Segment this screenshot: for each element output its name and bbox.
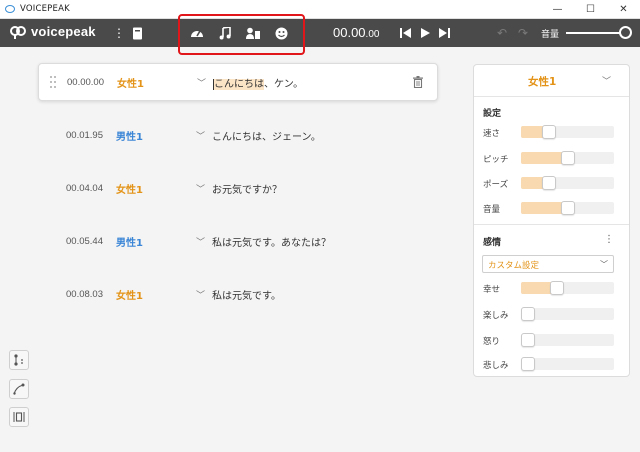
chevron-down-icon[interactable]: ﹀ <box>197 76 206 89</box>
window-title: VOICEPEAK <box>20 4 70 14</box>
slider-knob[interactable] <box>542 176 556 190</box>
row-time: 00.00.00 <box>67 76 104 88</box>
slider-knob[interactable] <box>561 201 575 215</box>
playback-time: 00.00.00 <box>333 25 379 40</box>
volume-label: 音量 <box>541 30 560 40</box>
row-text-input[interactable]: こんにちは、ジェーン。 <box>212 128 321 143</box>
time-main: 00.00 <box>333 25 366 40</box>
skip-forward-icon[interactable] <box>435 24 453 42</box>
speed-slider[interactable] <box>521 125 614 139</box>
chevron-down-icon[interactable]: ﹀ <box>196 182 205 195</box>
menu-icon[interactable]: ⋮ <box>110 24 128 42</box>
angry-slider[interactable] <box>521 333 614 347</box>
emotion-label: 悲しみ <box>483 361 509 371</box>
slider-knob[interactable] <box>521 357 535 371</box>
pitch-slider[interactable] <box>521 151 614 165</box>
row-time: 00.01.95 <box>66 129 103 141</box>
row-text-input[interactable]: こんにちは、ケン。 <box>213 75 303 90</box>
window-controls: — ☐ ✕ <box>541 0 640 19</box>
emotion-label: 楽しみ <box>483 311 509 321</box>
setting-label: 音量 <box>483 205 501 215</box>
drag-handle-icon[interactable] <box>50 76 56 88</box>
emotion-label: 怒り <box>483 337 501 347</box>
maximize-button[interactable]: ☐ <box>574 0 607 19</box>
row-time: 00.08.03 <box>66 288 103 300</box>
chevron-down-icon[interactable]: ﹀ <box>602 74 611 87</box>
settings-title: 設定 <box>483 109 502 119</box>
time-fraction: .00 <box>365 29 380 40</box>
emotion-title: 感情 <box>483 238 502 248</box>
skip-back-icon[interactable] <box>396 24 414 42</box>
row-speaker[interactable]: 男性1 <box>116 234 143 249</box>
minimize-button[interactable]: — <box>541 0 574 19</box>
row-speaker[interactable]: 女性1 <box>116 287 143 302</box>
book-icon[interactable] <box>129 24 147 42</box>
text-rest: 、ケン。 <box>264 78 304 90</box>
main-toolbar: voicepeak ⋮ 00.00.00 ↶ ↷ 音量 <box>0 19 640 47</box>
slider-knob[interactable] <box>550 281 564 295</box>
volume-setting-slider[interactable] <box>521 201 614 215</box>
script-row[interactable]: 00.08.03 女性1 ﹀ 私は元気です。 <box>38 275 438 313</box>
logo-icon <box>10 25 26 39</box>
sad-slider[interactable] <box>521 357 614 371</box>
trash-icon[interactable] <box>413 76 423 88</box>
panel-speaker-name: 女性1 <box>528 76 557 88</box>
undo-icon[interactable]: ↶ <box>493 24 511 42</box>
row-text-input[interactable]: お元気ですか？ <box>212 181 282 196</box>
panel-speaker-select[interactable]: 女性1 ﹀ <box>474 65 629 97</box>
slider-knob[interactable] <box>521 333 535 347</box>
panel-divider <box>474 224 629 225</box>
script-row[interactable]: 00.00.00 女性1 ﹀ こんにちは、ケン。 <box>38 63 438 101</box>
close-button[interactable]: ✕ <box>607 0 640 19</box>
row-time: 00.04.04 <box>66 182 103 194</box>
script-row[interactable]: 00.05.44 男性1 ﹀ 私は元気です。あなたは？ <box>38 222 438 260</box>
volume-slider[interactable] <box>566 32 626 34</box>
chevron-down-icon[interactable]: ﹀ <box>196 288 205 301</box>
row-speaker[interactable]: 男性1 <box>116 128 143 143</box>
brand-name: voicepeak <box>31 24 96 39</box>
fit-width-icon[interactable] <box>9 407 29 427</box>
volume-slider-knob[interactable] <box>619 26 632 39</box>
slider-knob[interactable] <box>521 307 535 321</box>
row-time: 00.05.44 <box>66 235 103 247</box>
fun-slider[interactable] <box>521 307 614 321</box>
pause-slider[interactable] <box>521 176 614 190</box>
chevron-down-icon[interactable]: ﹀ <box>196 235 205 248</box>
slider-knob[interactable] <box>542 125 556 139</box>
play-icon[interactable] <box>416 24 434 42</box>
script-list: 00.00.00 女性1 ﹀ こんにちは、ケン。 00.01.95 男性1 ﹀ … <box>0 47 463 452</box>
node-tool-icon[interactable] <box>9 350 29 370</box>
emotion-preset-select[interactable]: カスタム設定 ﹀ <box>482 255 614 273</box>
setting-label: ピッチ <box>483 155 509 165</box>
script-row[interactable]: 00.04.04 女性1 ﹀ お元気ですか？ <box>38 169 438 207</box>
text-highlight: こんにちは <box>213 78 264 90</box>
more-options-icon[interactable]: ⋮ <box>604 234 614 245</box>
emotion-preset-value: カスタム設定 <box>488 261 540 271</box>
happy-slider[interactable] <box>521 281 614 295</box>
voice-settings-panel: 女性1 ﹀ 設定 速さ ピッチ ポーズ 音量 感情 ⋮ カスタム設定 ﹀ 幸せ … <box>473 64 630 377</box>
row-speaker[interactable]: 女性1 <box>117 75 144 90</box>
redo-icon[interactable]: ↷ <box>514 24 532 42</box>
app-logo: voicepeak <box>10 24 96 39</box>
row-text-input[interactable]: 私は元気です。 <box>212 287 281 302</box>
slider-knob[interactable] <box>561 151 575 165</box>
chevron-down-icon: ﹀ <box>600 260 608 269</box>
app-icon <box>5 5 15 13</box>
chevron-down-icon[interactable]: ﹀ <box>196 129 205 142</box>
curve-tool-icon[interactable] <box>9 379 29 399</box>
emotion-label: 幸せ <box>483 285 501 295</box>
row-text-input[interactable]: 私は元気です。あなたは？ <box>212 234 331 249</box>
window-titlebar: VOICEPEAK — ☐ ✕ <box>0 0 640 19</box>
script-row[interactable]: 00.01.95 男性1 ﹀ こんにちは、ジェーン。 <box>38 116 438 154</box>
setting-label: 速さ <box>483 129 501 139</box>
setting-label: ポーズ <box>483 180 509 190</box>
row-speaker[interactable]: 女性1 <box>116 181 143 196</box>
